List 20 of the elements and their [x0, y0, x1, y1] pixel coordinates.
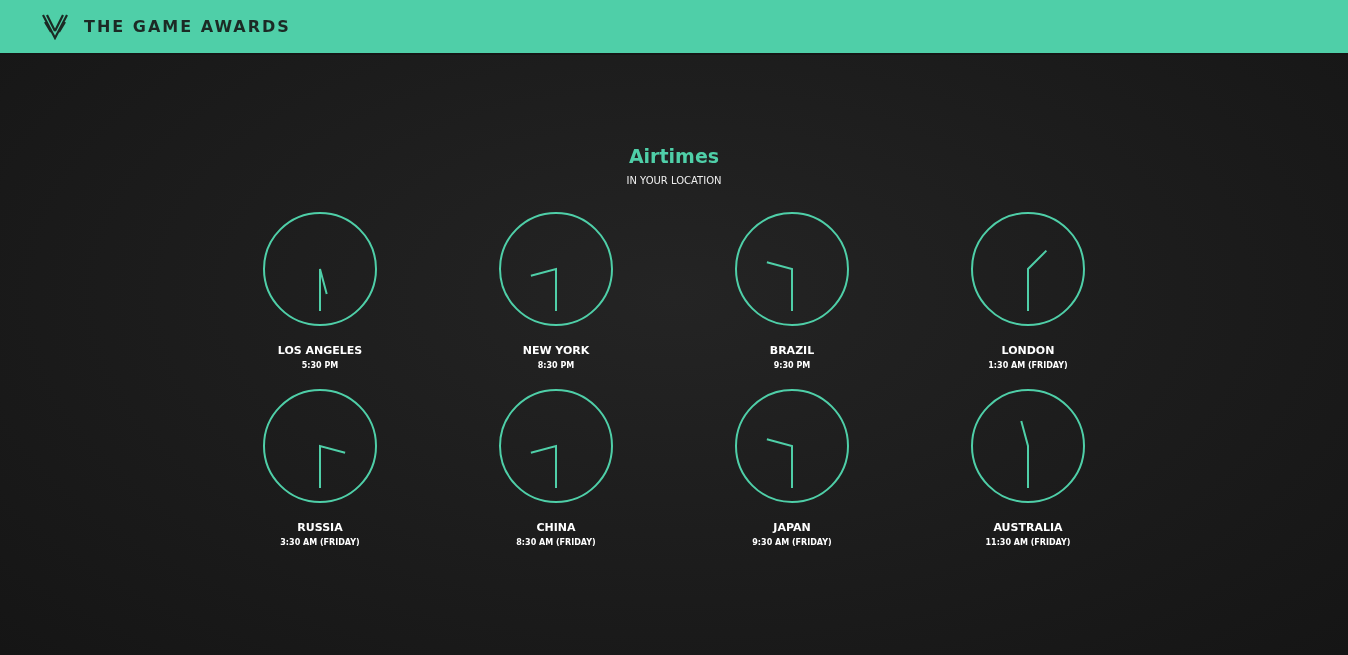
- air-time: 9:30 AM (FRIDAY): [752, 538, 832, 547]
- city-name: LONDON: [1001, 344, 1055, 357]
- city-name: AUSTRALIA: [993, 521, 1063, 534]
- logo-icon: [42, 13, 68, 40]
- air-time: 11:30 AM (FRIDAY): [985, 538, 1071, 547]
- city-name: RUSSIA: [297, 521, 343, 534]
- city-name: BRAZIL: [769, 344, 815, 357]
- air-time: 9:30 PM: [773, 361, 811, 370]
- city-name: CHINA: [536, 521, 576, 534]
- air-time: 3:30 AM (FRIDAY): [280, 538, 360, 547]
- section-title: Airtimes: [628, 145, 720, 167]
- air-time: 8:30 AM (FRIDAY): [516, 538, 596, 547]
- air-time: 1:30 AM (FRIDAY): [988, 361, 1068, 370]
- city-name: JAPAN: [773, 521, 811, 534]
- city-name: LOS ANGELES: [277, 344, 363, 357]
- air-time: 5:30 PM: [301, 361, 339, 370]
- air-time: 8:30 PM: [537, 361, 575, 370]
- brand-name[interactable]: THE GAME AWARDS: [84, 17, 291, 36]
- city-name: NEW YORK: [522, 344, 590, 357]
- section-subtitle: IN YOUR LOCATION: [626, 175, 722, 186]
